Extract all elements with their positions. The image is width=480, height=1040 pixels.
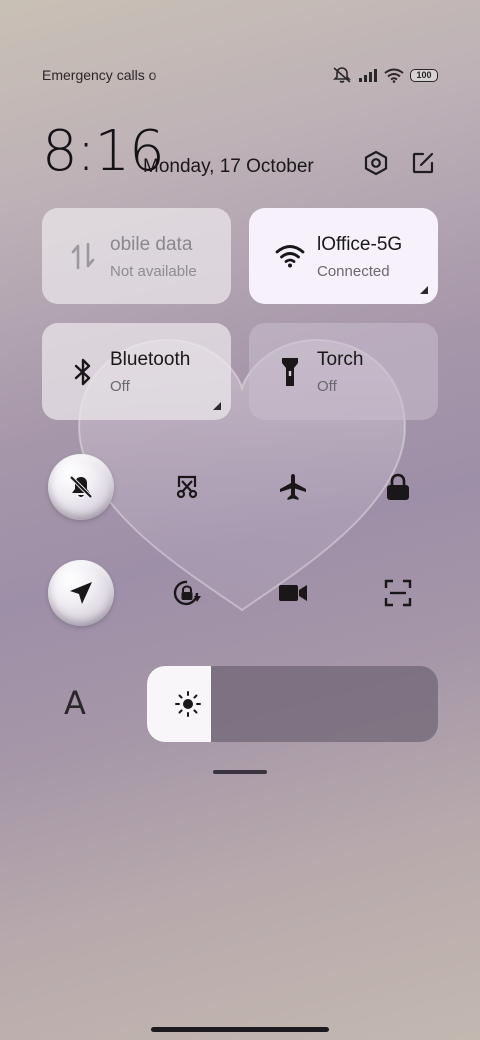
edit-icon: [412, 152, 434, 174]
status-bar: Emergency calls o 100: [42, 62, 438, 90]
mobile-data-icon: [66, 239, 100, 273]
tile-bluetooth[interactable]: Bluetooth Off: [42, 323, 231, 420]
carrier-text: Emergency calls o: [42, 67, 157, 83]
toggle-rotation-lock[interactable]: [154, 560, 220, 626]
location-icon: [70, 582, 92, 604]
bluetooth-icon: [66, 355, 100, 389]
rotation-lock-icon: [173, 580, 201, 606]
tile-torch[interactable]: Torch Off: [249, 323, 438, 420]
signal-icon: [359, 69, 377, 82]
lock-icon: [387, 473, 409, 500]
tile-torch-name: Torch: [317, 349, 364, 370]
wifi-icon: [384, 68, 404, 83]
tile-wifi[interactable]: lOffice-5G Connected: [249, 208, 438, 304]
toggle-airplane[interactable]: [260, 454, 326, 520]
tile-mobile-data-name: obile data: [110, 234, 193, 255]
screenshot-cut-icon: [176, 475, 198, 499]
tile-torch-status: Off: [317, 378, 337, 395]
font-size-button[interactable]: A: [64, 684, 86, 722]
tile-wifi-status: Connected: [317, 263, 390, 280]
panel-drag-handle[interactable]: [213, 770, 267, 774]
tile-bluetooth-status: Off: [110, 378, 130, 395]
torch-icon: [273, 355, 307, 389]
brightness-sun-icon: [175, 691, 201, 717]
wifi-icon: [273, 239, 307, 273]
brightness-fill: [147, 666, 212, 742]
scan-icon: [384, 579, 412, 607]
expand-corner-icon[interactable]: [213, 402, 221, 410]
tile-mobile-data-status: Not available: [110, 263, 197, 280]
tile-bluetooth-name: Bluetooth: [110, 349, 191, 370]
tile-mobile-data[interactable]: obile data Not available: [42, 208, 231, 304]
expand-corner-icon[interactable]: [420, 286, 428, 294]
toggle-silent[interactable]: [48, 454, 114, 520]
tile-wifi-name: lOffice-5G: [317, 234, 403, 255]
battery-icon: 100: [410, 68, 438, 82]
toggle-video[interactable]: [260, 560, 326, 626]
toggle-lock[interactable]: [365, 454, 431, 520]
toggle-scan[interactable]: [365, 560, 431, 626]
brightness-slider[interactable]: [147, 666, 438, 742]
settings-hex-icon: [364, 150, 388, 176]
settings-button[interactable]: [361, 148, 391, 178]
silent-bell-icon: [69, 475, 93, 499]
toggle-screenshot[interactable]: [154, 454, 220, 520]
date: Monday, 17 October: [143, 156, 314, 177]
status-icons: 100: [332, 66, 438, 84]
mute-icon: [333, 67, 351, 83]
airplane-icon: [280, 474, 306, 500]
video-camera-icon: [279, 585, 307, 601]
toggle-location[interactable]: [48, 560, 114, 626]
edit-button[interactable]: [408, 148, 438, 178]
home-indicator[interactable]: [151, 1027, 329, 1032]
